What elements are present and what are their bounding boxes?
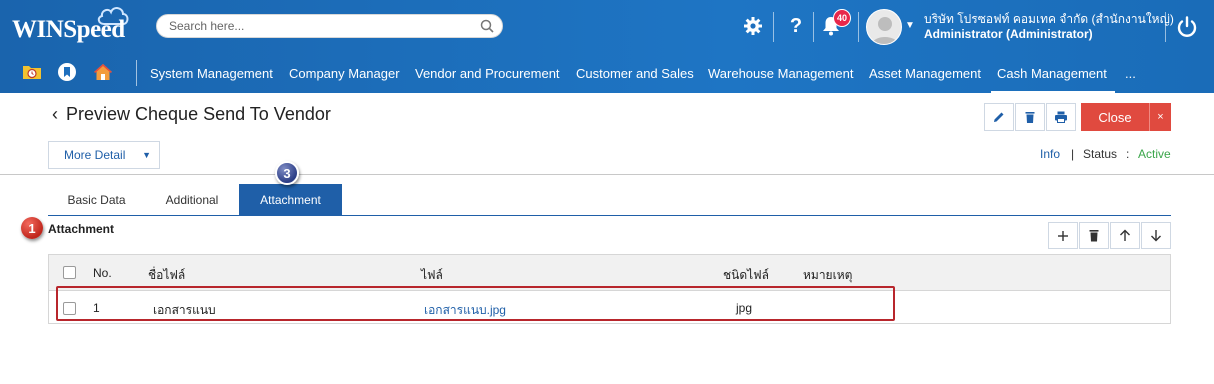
close-icon[interactable]: × — [1149, 103, 1171, 131]
close-button[interactable]: Close — [1081, 103, 1149, 131]
top-bar: WINSpeed ? 40 — [0, 0, 1214, 94]
plus-icon — [1058, 230, 1068, 241]
caret-down-icon: ▼ — [142, 150, 151, 160]
search-input[interactable] — [169, 18, 469, 34]
notification-badge[interactable]: 40 — [833, 9, 851, 27]
tab-attachment[interactable]: Attachment — [239, 184, 342, 215]
menu-more[interactable]: ... — [1125, 66, 1136, 81]
info-link[interactable]: Info — [1040, 147, 1060, 161]
tab-additional[interactable]: Additional — [145, 184, 239, 215]
delete-row-button[interactable] — [1079, 222, 1109, 249]
arrow-up-icon — [1120, 229, 1130, 241]
section-title: Attachment — [48, 222, 115, 236]
home-icon[interactable] — [93, 62, 113, 82]
divider — [0, 174, 1214, 175]
menu-cash-management[interactable]: Cash Management — [991, 66, 1115, 94]
help-icon[interactable]: ? — [784, 14, 808, 38]
column-header-file: ไฟล์ — [421, 268, 443, 282]
folder-clock-icon[interactable] — [22, 62, 42, 82]
step-marker-3: 3 — [275, 161, 299, 185]
pencil-icon — [994, 112, 1004, 122]
delete-button[interactable] — [1015, 103, 1045, 131]
menu-company-manager[interactable]: Company Manager — [289, 66, 400, 81]
user-role: Administrator (Administrator) — [924, 27, 1093, 41]
user-icon — [871, 17, 899, 44]
add-row-button[interactable] — [1048, 222, 1078, 249]
status-label: Status — [1083, 147, 1118, 161]
chevron-left-icon[interactable]: ‹ — [52, 104, 58, 125]
tab-basic-data[interactable]: Basic Data — [48, 184, 145, 215]
search-icon[interactable] — [480, 19, 494, 33]
trash-icon — [1025, 112, 1035, 123]
column-header-no: No. — [93, 266, 112, 280]
column-header-file-type: ชนิดไฟล์ — [723, 268, 770, 282]
app-logo[interactable]: WINSpeed — [12, 16, 125, 44]
more-detail-label: More Detail — [64, 148, 126, 162]
divider — [773, 12, 774, 42]
row-highlight-box — [56, 286, 895, 321]
tabs-underline — [48, 215, 1171, 216]
move-down-button[interactable] — [1141, 222, 1171, 249]
chevron-down-icon[interactable]: ▼ — [905, 20, 915, 31]
move-up-button[interactable] — [1110, 222, 1140, 249]
more-detail-dropdown[interactable]: More Detail ▼ — [48, 141, 160, 169]
page-title: ‹ Preview Cheque Send To Vendor — [52, 104, 331, 125]
menu-vendor-and-procurement[interactable]: Vendor and Procurement — [415, 66, 560, 81]
gear-icon[interactable] — [741, 14, 765, 38]
menu-asset-management[interactable]: Asset Management — [869, 66, 981, 81]
search-box[interactable] — [156, 14, 503, 38]
print-button[interactable] — [1046, 103, 1076, 131]
trash-icon — [1089, 230, 1099, 242]
column-header-file-name: ชื่อไฟล์ — [148, 268, 186, 282]
step-marker-1: 1 — [21, 217, 43, 239]
separator: | — [1071, 147, 1075, 161]
divider — [1165, 12, 1166, 42]
menu-system-management[interactable]: System Management — [150, 66, 273, 81]
status-colon: : — [1126, 147, 1130, 161]
divider — [813, 12, 814, 42]
printer-icon — [1055, 111, 1067, 123]
arrow-down-icon — [1151, 230, 1161, 242]
menu-customer-and-sales[interactable]: Customer and Sales — [576, 66, 694, 81]
power-icon[interactable] — [1175, 15, 1199, 39]
select-all-checkbox[interactable] — [63, 266, 76, 279]
menu-warehouse-management[interactable]: Warehouse Management — [708, 66, 854, 81]
divider — [136, 60, 137, 86]
status-value: Active — [1138, 147, 1171, 161]
page-title-text: Preview Cheque Send To Vendor — [66, 104, 331, 124]
avatar[interactable] — [866, 9, 902, 45]
bookmark-icon[interactable] — [57, 62, 77, 82]
edit-button[interactable] — [984, 103, 1014, 131]
divider — [858, 12, 859, 42]
column-header-remark: หมายเหตุ — [803, 268, 853, 282]
